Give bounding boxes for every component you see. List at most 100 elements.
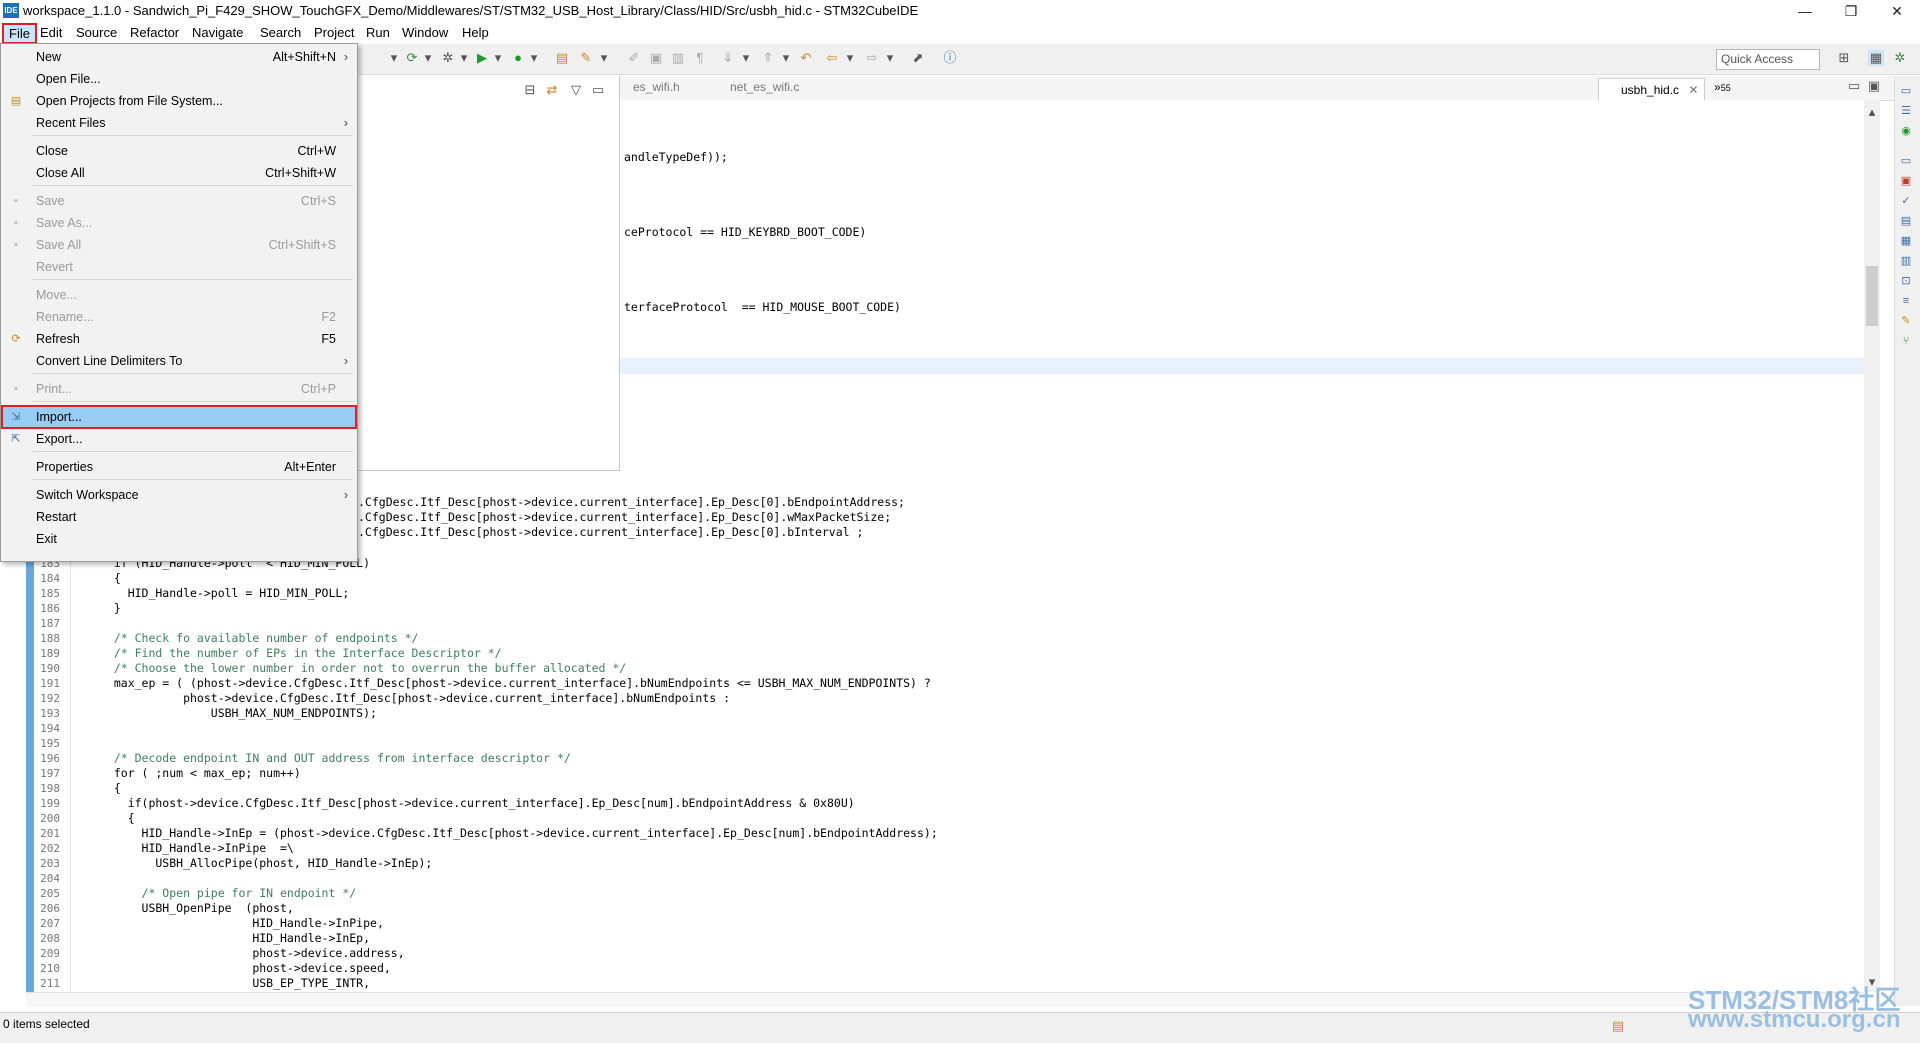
restore-icon[interactable]: ▭ <box>1899 154 1913 168</box>
menu-refactor[interactable]: Refactor <box>126 24 183 42</box>
view-menu-icon[interactable]: ▽ <box>568 82 584 98</box>
prev-annotation-icon[interactable]: ⇑ <box>760 50 776 66</box>
menu-item-open-file[interactable]: Open File... <box>2 68 356 90</box>
tab-es-wifi-h[interactable]: es_wifi.h <box>633 80 680 94</box>
new-dropdown-icon[interactable]: ▾ <box>386 50 402 66</box>
vertical-scroll-thumb[interactable] <box>1866 266 1878 326</box>
minimize-editor-icon[interactable]: ▭ <box>1846 78 1862 94</box>
horizontal-scrollbar[interactable] <box>26 992 1864 1007</box>
next-annotation-icon[interactable]: ⇓ <box>720 50 736 66</box>
forward-dropdown-icon[interactable]: ▾ <box>882 50 898 66</box>
debug-dropdown-icon[interactable]: ▾ <box>456 50 472 66</box>
menu-run[interactable]: Run <box>362 24 394 42</box>
menu-item-convert-line-delimiters-to[interactable]: Convert Line Delimiters To › <box>2 350 356 372</box>
prev-annotation-dropdown-icon[interactable]: ▾ <box>778 50 794 66</box>
close-tab-icon[interactable]: ✕ <box>1688 83 1698 97</box>
menu-item-switch-workspace[interactable]: Switch Workspace › <box>2 484 356 506</box>
menu-item-revert[interactable]: Revert <box>2 256 356 278</box>
menu-item-close-all[interactable]: Close All Ctrl+Shift+W <box>2 162 356 184</box>
menu-item-exit[interactable]: Exit <box>2 528 356 550</box>
run-dropdown-icon[interactable]: ▾ <box>490 50 506 66</box>
build-dropdown-icon[interactable]: ▾ <box>420 50 436 66</box>
last-edit-icon[interactable]: ↶ <box>798 50 814 66</box>
maximize-button[interactable]: ❐ <box>1828 0 1874 23</box>
menu-file[interactable]: File <box>2 23 37 44</box>
menu-item-refresh[interactable]: ⟳ Refresh F5 <box>2 328 356 350</box>
menu-item-rename[interactable]: Rename... F2 <box>2 306 356 328</box>
external-tools-icon[interactable]: ● <box>510 50 526 66</box>
menu-navigate[interactable]: Navigate <box>188 24 247 42</box>
mark-occurrences-icon[interactable]: ▣ <box>648 50 664 66</box>
maximize-editor-icon[interactable]: ▣ <box>1866 78 1882 94</box>
menu-search[interactable]: Search <box>256 24 305 42</box>
outline-icon[interactable]: ☰ <box>1899 104 1913 118</box>
properties-icon[interactable]: ▦ <box>1899 234 1913 248</box>
console-icon[interactable]: ▤ <box>1899 214 1913 228</box>
back-dropdown-icon[interactable]: ▾ <box>842 50 858 66</box>
quick-access-input[interactable]: Quick Access <box>1716 49 1820 70</box>
vertical-scrollbar[interactable] <box>1864 100 1880 992</box>
menu-item-restart[interactable]: Restart <box>2 506 356 528</box>
link-editor-icon[interactable]: ⇄ <box>544 82 560 98</box>
debug-perspective-icon[interactable]: ✲ <box>1892 50 1908 66</box>
menu-item-recent-files[interactable]: Recent Files › <box>2 112 356 134</box>
open-type-dropdown-icon[interactable]: ▾ <box>596 50 612 66</box>
menu-window[interactable]: Window <box>398 24 452 42</box>
menu-item-properties[interactable]: Properties Alt+Enter <box>2 456 356 478</box>
minimize-button[interactable]: — <box>1782 0 1828 23</box>
save-icon: ▪ <box>14 195 18 207</box>
line-text: HID_Handle->InEp, <box>100 931 371 945</box>
menu-item-save[interactable]: ▪ Save Ctrl+S <box>2 190 356 212</box>
build-icon[interactable]: ⟳ <box>404 50 420 66</box>
run-icon[interactable]: ▶ <box>474 50 490 66</box>
restore-icon[interactable]: ▭ <box>1899 84 1913 98</box>
menu-item-print[interactable]: ▪ Print... Ctrl+P <box>2 378 356 400</box>
scroll-up-icon[interactable]: ▴ <box>1864 104 1880 120</box>
line-number: 210 <box>40 962 60 975</box>
progress-icon[interactable]: ≡ <box>1899 294 1913 308</box>
menu-item-save-as[interactable]: ▪ Save As... <box>2 212 356 234</box>
menu-item-import[interactable]: ⇲ Import... <box>1 405 357 429</box>
menu-item-label: Switch Workspace <box>36 488 139 502</box>
menu-item-export[interactable]: ⇱ Export... <box>2 428 356 450</box>
block-selection-icon[interactable]: ▥ <box>670 50 686 66</box>
next-annotation-dropdown-icon[interactable]: ▾ <box>738 50 754 66</box>
menu-project[interactable]: Project <box>310 24 358 42</box>
menu-edit[interactable]: Edit <box>36 24 66 42</box>
open-type-icon[interactable]: ✎ <box>578 50 594 66</box>
git-icon[interactable]: ⑂ <box>1899 334 1913 348</box>
menu-item-new[interactable]: New Alt+Shift+N › <box>2 46 356 68</box>
pin-editor-icon[interactable]: ⬈ <box>910 50 926 66</box>
menu-help[interactable]: Help <box>458 24 493 42</box>
info-icon[interactable]: ⓘ <box>942 50 958 66</box>
collapse-all-icon[interactable]: ⊟ <box>522 82 538 98</box>
binary-icon[interactable]: ⊡ <box>1899 274 1913 288</box>
menu-item-open-projects-from-file-system[interactable]: ▤ Open Projects from File System... <box>2 90 356 112</box>
menu-item-close[interactable]: Close Ctrl+W <box>2 140 356 162</box>
debug-icon[interactable]: ✲ <box>440 50 456 66</box>
tab-overflow[interactable]: »55 <box>1714 80 1731 94</box>
menu-item-save-all[interactable]: ▪ Save All Ctrl+Shift+S <box>2 234 356 256</box>
back-icon[interactable]: ⇦ <box>824 50 840 66</box>
problems-icon[interactable]: ▣ <box>1899 174 1913 188</box>
tab-net-es-wifi-c[interactable]: net_es_wifi.c <box>730 80 799 94</box>
memory-icon[interactable]: ▥ <box>1899 254 1913 268</box>
code-fragment: terfaceProtocol == HID_MOUSE_BOOT_CODE) <box>624 300 901 314</box>
menu-item-move[interactable]: Move... <box>2 284 356 306</box>
tasks-icon[interactable]: ✓ <box>1899 194 1913 208</box>
show-whitespace-icon[interactable]: ¶ <box>692 50 708 66</box>
edit-icon[interactable]: ✐ <box>626 50 642 66</box>
menu-source[interactable]: Source <box>72 24 121 42</box>
submenu-arrow-icon: › <box>343 116 348 130</box>
forward-icon[interactable]: ⇨ <box>864 50 880 66</box>
cpp-perspective-icon[interactable]: ▦ <box>1868 50 1884 66</box>
tab-usbh-hid-c[interactable]: usbh_hid.c ✕ <box>1598 78 1706 101</box>
search-view-icon[interactable]: ✎ <box>1899 314 1913 328</box>
open-perspective-icon[interactable]: ⊞ <box>1836 50 1852 66</box>
close-window-button[interactable]: ✕ <box>1874 0 1920 23</box>
open-folder-icon[interactable]: ▤ <box>554 50 570 66</box>
external-tools-dropdown-icon[interactable]: ▾ <box>526 50 542 66</box>
build-targets-icon[interactable]: ◉ <box>1899 124 1913 138</box>
minimize-view-icon[interactable]: ▭ <box>590 82 606 98</box>
background-tasks-icon[interactable]: ▤ <box>1610 1018 1626 1034</box>
